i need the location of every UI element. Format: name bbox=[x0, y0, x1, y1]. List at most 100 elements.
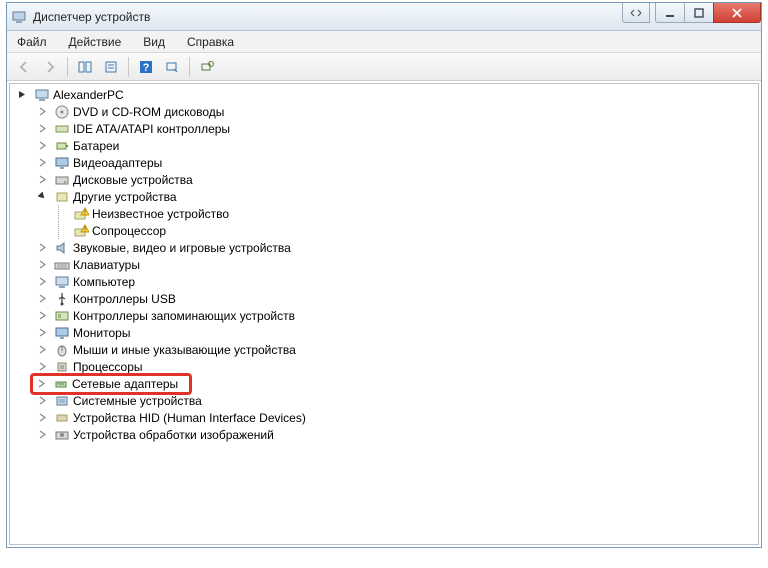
menu-action[interactable]: Действие bbox=[65, 33, 126, 51]
expand-icon[interactable] bbox=[36, 292, 49, 305]
tree-category-label: Другие устройства bbox=[73, 190, 177, 204]
tree-category-label: Контроллеры запоминающих устройств bbox=[73, 309, 295, 323]
titlebar: Диспетчер устройств bbox=[7, 3, 761, 31]
expand-icon[interactable] bbox=[36, 394, 49, 407]
svg-text:!: ! bbox=[84, 209, 86, 216]
toolbar: ? bbox=[7, 53, 761, 81]
mouse-icon bbox=[54, 342, 70, 358]
tree-category[interactable]: Звуковые, видео и игровые устройства bbox=[16, 239, 752, 256]
expand-icon[interactable] bbox=[36, 343, 49, 356]
tree-category[interactable]: Контроллеры USB bbox=[16, 290, 752, 307]
tree-category-label: Батареи bbox=[73, 139, 119, 153]
other-icon bbox=[54, 189, 70, 205]
tree-category-highlighted[interactable]: Сетевые адаптеры bbox=[16, 375, 752, 392]
expand-icon[interactable] bbox=[36, 326, 49, 339]
close-button[interactable] bbox=[713, 3, 761, 23]
window-title: Диспетчер устройств bbox=[33, 10, 150, 24]
tree-root-label: AlexanderPC bbox=[53, 88, 124, 102]
expand-icon[interactable] bbox=[36, 156, 49, 169]
tree-category[interactable]: Видеоадаптеры bbox=[16, 154, 752, 171]
tree-line bbox=[58, 222, 70, 239]
tree-category-label: IDE ATA/ATAPI контроллеры bbox=[73, 122, 230, 136]
tree-category-label: Сетевые адаптеры bbox=[72, 377, 178, 391]
scan-for-changes-button[interactable] bbox=[196, 56, 218, 78]
svg-text:?: ? bbox=[143, 62, 150, 74]
computer-icon bbox=[54, 274, 70, 290]
properties-button[interactable] bbox=[100, 56, 122, 78]
tree-category[interactable]: IDE ATA/ATAPI контроллеры bbox=[16, 120, 752, 137]
tree-category[interactable]: Батареи bbox=[16, 137, 752, 154]
forward-button[interactable] bbox=[39, 56, 61, 78]
tree-category-label: Устройства HID (Human Interface Devices) bbox=[73, 411, 306, 425]
display-icon bbox=[54, 155, 70, 171]
expand-icon[interactable] bbox=[35, 377, 48, 390]
computer-icon bbox=[34, 87, 50, 103]
collapse-icon[interactable] bbox=[16, 88, 29, 101]
tree-category-label: Клавиатуры bbox=[73, 258, 140, 272]
tree-category-label: DVD и CD-ROM дисководы bbox=[73, 105, 224, 119]
back-button[interactable] bbox=[13, 56, 35, 78]
monitor-icon bbox=[54, 325, 70, 341]
expand-icon[interactable] bbox=[36, 258, 49, 271]
svg-text:!: ! bbox=[84, 226, 86, 233]
device-manager-window: Диспетчер устройств Файл Действие Вид Сп… bbox=[6, 2, 762, 548]
window-extra-button[interactable] bbox=[622, 3, 650, 23]
expand-icon[interactable] bbox=[36, 139, 49, 152]
highlight-box: Сетевые адаптеры bbox=[30, 373, 192, 395]
hid-icon bbox=[54, 410, 70, 426]
system-icon bbox=[54, 393, 70, 409]
tree-category[interactable]: Системные устройства bbox=[16, 392, 752, 409]
tree-category[interactable]: Устройства обработки изображений bbox=[16, 426, 752, 443]
scan-hardware-button[interactable] bbox=[161, 56, 183, 78]
toolbar-separator bbox=[67, 57, 68, 77]
tree-category-label: Компьютер bbox=[73, 275, 135, 289]
show-hide-console-button[interactable] bbox=[74, 56, 96, 78]
menu-file[interactable]: Файл bbox=[13, 33, 51, 51]
tree-category[interactable]: Мониторы bbox=[16, 324, 752, 341]
tree-category[interactable]: Компьютер bbox=[16, 273, 752, 290]
tree-category[interactable]: Устройства HID (Human Interface Devices) bbox=[16, 409, 752, 426]
tree-category[interactable]: Дисковые устройства bbox=[16, 171, 752, 188]
tree-device[interactable]: ! Неизвестное устройство bbox=[16, 205, 752, 222]
tree-category[interactable]: Контроллеры запоминающих устройств bbox=[16, 307, 752, 324]
tree-device-label: Неизвестное устройство bbox=[92, 207, 229, 221]
tree-category-label: Мониторы bbox=[73, 326, 130, 340]
expand-icon[interactable] bbox=[36, 241, 49, 254]
tree-category-label: Контроллеры USB bbox=[73, 292, 176, 306]
expand-icon[interactable] bbox=[36, 309, 49, 322]
expand-icon[interactable] bbox=[36, 360, 49, 373]
device-tree[interactable]: AlexanderPC DVD и CD-ROM дисководы IDE AT… bbox=[9, 83, 759, 545]
expand-icon[interactable] bbox=[36, 173, 49, 186]
ide-icon bbox=[54, 121, 70, 137]
tree-category-label: Системные устройства bbox=[73, 394, 202, 408]
help-button[interactable]: ? bbox=[135, 56, 157, 78]
toolbar-separator bbox=[189, 57, 190, 77]
imaging-icon bbox=[54, 427, 70, 443]
menu-view[interactable]: Вид bbox=[139, 33, 169, 51]
tree-category[interactable]: Другие устройства bbox=[16, 188, 752, 205]
battery-icon bbox=[54, 138, 70, 154]
tree-category[interactable]: Мыши и иные указывающие устройства bbox=[16, 341, 752, 358]
tree-category[interactable]: DVD и CD-ROM дисководы bbox=[16, 103, 752, 120]
tree-device[interactable]: ! Сопроцессор bbox=[16, 222, 752, 239]
tree-category-label: Устройства обработки изображений bbox=[73, 428, 274, 442]
app-icon bbox=[11, 9, 27, 25]
collapse-icon[interactable] bbox=[36, 190, 49, 203]
keyboard-icon bbox=[54, 257, 70, 273]
expand-icon[interactable] bbox=[36, 275, 49, 288]
disk-icon bbox=[54, 172, 70, 188]
menu-help[interactable]: Справка bbox=[183, 33, 238, 51]
tree-category-label: Процессоры bbox=[73, 360, 143, 374]
expand-icon[interactable] bbox=[36, 105, 49, 118]
expand-icon[interactable] bbox=[36, 428, 49, 441]
expand-icon[interactable] bbox=[36, 411, 49, 424]
minimize-button[interactable] bbox=[655, 3, 685, 23]
tree-root-node[interactable]: AlexanderPC bbox=[16, 86, 752, 103]
tree-category[interactable]: Клавиатуры bbox=[16, 256, 752, 273]
menubar: Файл Действие Вид Справка bbox=[7, 31, 761, 53]
tree-device-label: Сопроцессор bbox=[92, 224, 166, 238]
expand-icon[interactable] bbox=[36, 122, 49, 135]
maximize-button[interactable] bbox=[684, 3, 714, 23]
tree-category-label: Видеоадаптеры bbox=[73, 156, 162, 170]
toolbar-separator bbox=[128, 57, 129, 77]
